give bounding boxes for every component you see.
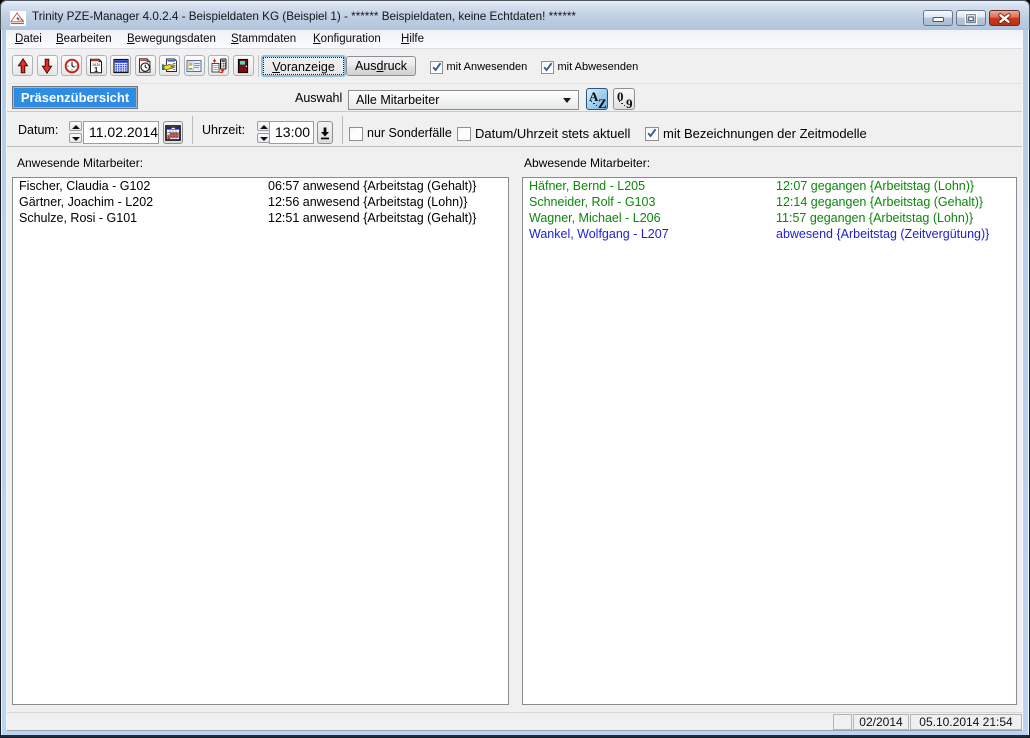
svg-text:rinity: rinity (19, 19, 25, 22)
svg-text:1: 1 (94, 65, 98, 74)
